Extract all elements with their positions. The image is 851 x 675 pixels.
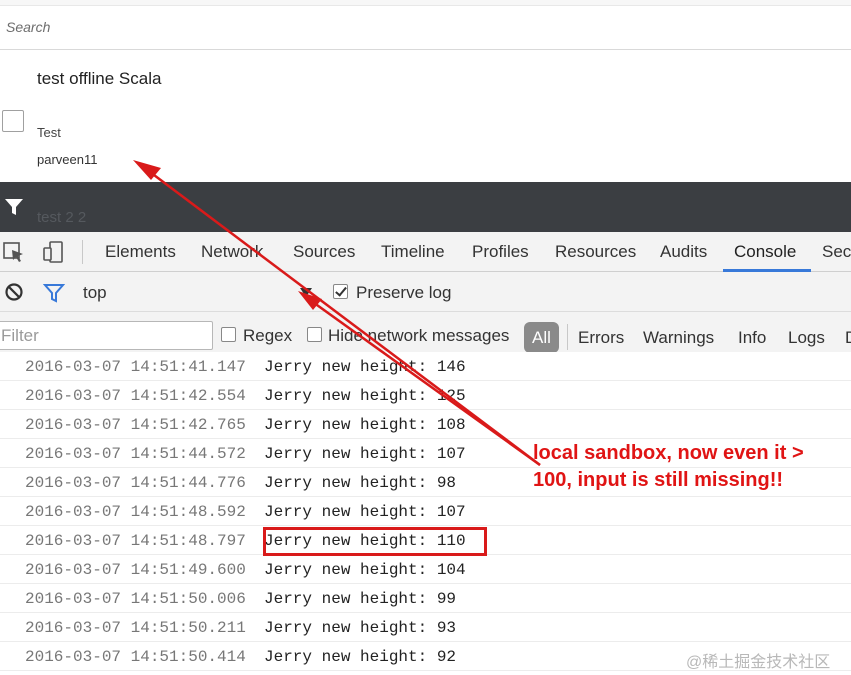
log-message: Jerry new height: 93 — [264, 619, 457, 637]
log-message: Jerry new height: 146 — [264, 358, 466, 376]
tab-audits[interactable]: Audits — [660, 242, 707, 262]
log-row: 2016-03-07 14:51:41.147 Jerry new height… — [0, 352, 851, 381]
context-selector[interactable]: top — [83, 283, 107, 303]
hide-network-checkbox[interactable] — [307, 327, 322, 342]
log-timestamp: 2016-03-07 14:51:42.554 — [25, 387, 246, 405]
inspect-element-icon[interactable] — [2, 240, 26, 264]
log-timestamp: 2016-03-07 14:51:50.211 — [25, 619, 246, 637]
level-info-button[interactable]: Info — [738, 328, 766, 348]
list-item-title: test offline Scala — [37, 69, 162, 88]
log-row: 2016-03-07 14:51:49.600 Jerry new height… — [0, 555, 851, 584]
level-logs-button[interactable]: Logs — [788, 328, 825, 348]
list-item-label: Test — [37, 125, 61, 140]
log-row: 2016-03-07 14:51:42.765 Jerry new height… — [0, 410, 851, 439]
log-message: Jerry new height: 125 — [264, 387, 466, 405]
console-toolbar: top Preserve log — [0, 272, 851, 312]
tab-profiles[interactable]: Profiles — [472, 242, 529, 262]
log-timestamp: 2016-03-07 14:51:44.572 — [25, 445, 246, 463]
annotation-note: local sandbox, now even it > 100, input … — [533, 440, 851, 494]
filter-icon[interactable] — [3, 196, 25, 218]
log-timestamp: 2016-03-07 14:51:41.147 — [25, 358, 246, 376]
devtools-tab-bar: Elements Network Sources Timeline Profil… — [0, 232, 851, 272]
log-message: Jerry new height: 92 — [264, 648, 457, 666]
regex-label: Regex — [243, 326, 293, 345]
dark-filter-bar: test 2 2 — [0, 182, 851, 232]
tab-console[interactable]: Console — [734, 242, 796, 262]
highlight-box — [263, 527, 487, 556]
level-errors-button[interactable]: Errors — [578, 328, 624, 348]
search-bar — [0, 7, 851, 50]
log-message: Jerry new height: 108 — [264, 416, 466, 434]
log-message: Jerry new height: 107 — [264, 503, 466, 521]
log-message: Jerry new height: 98 — [264, 474, 457, 492]
log-row: 2016-03-07 14:51:48.592 Jerry new height… — [0, 497, 851, 526]
tab-sources[interactable]: Sources — [293, 242, 355, 262]
toolbar-divider — [567, 324, 568, 350]
tab-elements[interactable]: Elements — [105, 242, 176, 262]
tab-security[interactable]: Sec — [822, 242, 851, 262]
log-message: Jerry new height: 107 — [264, 445, 466, 463]
console-log: 2016-03-07 14:51:41.147 Jerry new height… — [0, 352, 851, 675]
level-warnings-button[interactable]: Warnings — [643, 328, 714, 348]
obscured-list-item: test 2 2 — [37, 209, 87, 226]
log-row: 2016-03-07 14:51:50.211 Jerry new height… — [0, 613, 851, 642]
search-input[interactable] — [6, 17, 606, 37]
watermark: @稀土掘金技术社区 — [686, 654, 831, 671]
chevron-down-icon[interactable] — [300, 288, 312, 297]
toolbar-divider — [82, 240, 83, 264]
log-timestamp: 2016-03-07 14:51:50.414 — [25, 648, 246, 666]
list-item-checkbox[interactable] — [2, 110, 24, 132]
preserve-log-label: Preserve log — [356, 283, 452, 302]
log-row: 2016-03-07 14:51:42.554 Jerry new height… — [0, 381, 851, 410]
filter-toggle-icon[interactable] — [43, 282, 65, 304]
filter-input[interactable] — [0, 321, 213, 350]
log-timestamp: 2016-03-07 14:51:44.776 — [25, 474, 246, 492]
tab-timeline[interactable]: Timeline — [381, 242, 445, 262]
preserve-log-checkbox[interactable] — [333, 284, 348, 299]
log-message: Jerry new height: 104 — [264, 561, 466, 579]
log-timestamp: 2016-03-07 14:51:48.592 — [25, 503, 246, 521]
app-top-strip — [0, 0, 851, 6]
log-timestamp: 2016-03-07 14:51:50.006 — [25, 590, 246, 608]
regex-checkbox[interactable] — [221, 327, 236, 342]
app-panel: test offline Scala Test parveen11 — [0, 0, 851, 182]
log-timestamp: 2016-03-07 14:51:42.765 — [25, 416, 246, 434]
list-item-user: parveen11 — [37, 152, 98, 167]
tab-resources[interactable]: Resources — [555, 242, 636, 262]
annotation-line-1: local sandbox, now even it > — [533, 442, 804, 464]
log-timestamp: 2016-03-07 14:51:48.797 — [25, 532, 246, 550]
log-message: Jerry new height: 99 — [264, 590, 457, 608]
log-timestamp: 2016-03-07 14:51:49.600 — [25, 561, 246, 579]
clear-console-icon[interactable] — [4, 282, 24, 302]
level-all-button[interactable]: All — [524, 322, 559, 353]
device-mode-icon[interactable] — [42, 240, 66, 264]
hide-network-label: Hide network messages — [328, 326, 510, 345]
annotation-line-2: 100, input is still missing!! — [533, 469, 784, 491]
log-row: 2016-03-07 14:51:50.006 Jerry new height… — [0, 584, 851, 613]
level-debug-button[interactable]: D — [845, 328, 851, 348]
tab-network[interactable]: Network — [201, 242, 263, 262]
